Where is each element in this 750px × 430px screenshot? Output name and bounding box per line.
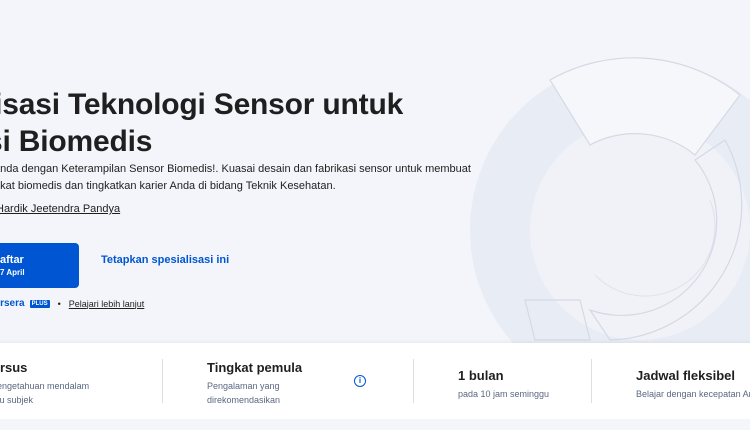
info-item-level: Tingkat pemula Pengalaman yang direkomen… bbox=[207, 360, 302, 407]
coursera-plus-row: ursera PLUS • Pelajari lebih lanjut bbox=[0, 298, 144, 309]
hero-banner: lisasi Teknologi Sensor untuk si Biomedi… bbox=[0, 0, 750, 345]
info-heading: Jadwal fleksibel bbox=[636, 368, 735, 383]
instructor-link[interactable]: Hardik Jeetendra Pandya bbox=[0, 203, 120, 215]
info-subtext-line: atu subjek bbox=[0, 395, 34, 405]
page-title-line1: lisasi Teknologi Sensor untuk bbox=[0, 88, 404, 121]
divider bbox=[413, 359, 414, 403]
page-bottom-strip bbox=[0, 419, 750, 430]
divider bbox=[591, 359, 592, 403]
info-subtext: pengetahuan mendalam atu subjek bbox=[0, 379, 89, 407]
page-title-line2: si Biomedis bbox=[0, 125, 153, 158]
info-circle-icon[interactable]: i bbox=[354, 375, 366, 387]
info-item-schedule: Jadwal fleksibel Belajar dengan kecepata… bbox=[636, 368, 750, 401]
set-specialization-link[interactable]: Tetapkan spesialisasi ini bbox=[101, 254, 229, 266]
enroll-button-date: 7 April bbox=[0, 268, 25, 277]
info-subtext-line: pada 10 jam seminggu bbox=[458, 389, 550, 399]
coursera-logo: ursera bbox=[0, 298, 25, 309]
info-heading: 1 bulan bbox=[458, 368, 504, 383]
info-item-duration: 1 bulan pada 10 jam seminggu bbox=[458, 368, 549, 401]
enroll-button[interactable]: aftar 7 April bbox=[0, 243, 79, 288]
separator-dot: • bbox=[57, 298, 61, 309]
info-item-course: ursus pengetahuan mendalam atu subjek bbox=[0, 360, 89, 407]
course-description: anda dengan Keterampilan Sensor Biomedis… bbox=[0, 161, 471, 195]
plus-badge: PLUS bbox=[29, 299, 50, 308]
info-subtext: pada 10 jam seminggu bbox=[458, 387, 549, 401]
divider bbox=[162, 359, 163, 403]
description-line2: gkat biomedis dan tingkatkan karier Anda… bbox=[0, 180, 336, 192]
course-info-card: ursus pengetahuan mendalam atu subjek Ti… bbox=[0, 343, 750, 419]
info-subtext-line: Belajar dengan kecepatan Anda bbox=[636, 389, 750, 399]
info-heading: Tingkat pemula bbox=[207, 360, 303, 375]
learn-more-link[interactable]: Pelajari lebih lanjut bbox=[69, 299, 145, 309]
page-title: lisasi Teknologi Sensor untuk si Biomedi… bbox=[0, 86, 506, 160]
info-subtext: Belajar dengan kecepatan Anda bbox=[636, 387, 750, 401]
info-heading: ursus bbox=[0, 360, 28, 375]
info-subtext-line: Pengalaman yang bbox=[207, 381, 280, 391]
info-subtext-line: pengetahuan mendalam bbox=[0, 381, 90, 391]
description-line1: anda dengan Keterampilan Sensor Biomedis… bbox=[0, 163, 471, 175]
info-subtext: Pengalaman yang direkomendasikan bbox=[207, 379, 302, 407]
info-subtext-line: direkomendasikan bbox=[207, 395, 281, 405]
enroll-button-label: aftar bbox=[0, 254, 24, 266]
